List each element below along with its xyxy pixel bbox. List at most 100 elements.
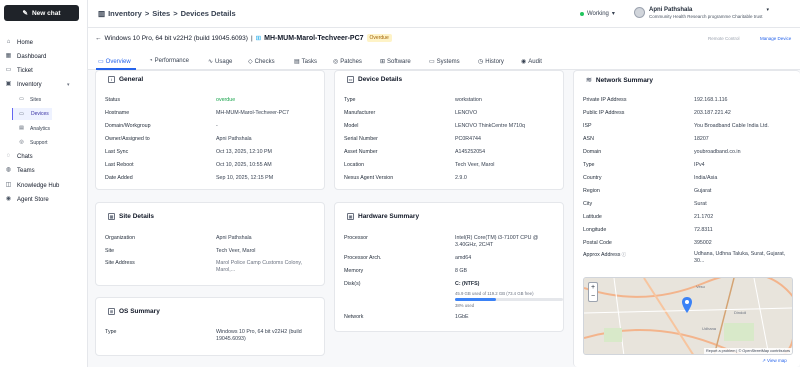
inventory-icon: ▣ [5,81,12,87]
network-field-value: 21.1702 [694,214,714,220]
zoom-controls[interactable]: + − [588,282,598,302]
field-label: ASN [583,136,594,142]
chevron-down-icon: ▾ [67,81,70,88]
hostname-value: MH-MUM-Marol-Techveer-PC7 [216,110,289,116]
status-dropdown[interactable]: Working ▾ [580,10,615,17]
tab-performance[interactable]: ◔ Performance [149,58,189,64]
device-title: ← Windows 10 Pro, 64 bit v22H2 (build 19… [95,34,392,42]
tab-tasks[interactable]: ▤ Tasks [294,58,317,66]
disk-usage-text: 45.9 GB used of 119.2 GB (73.4 GB free) [455,291,534,296]
tab-systems[interactable]: ▭ Systems [429,58,460,66]
type-value: workstation [455,97,482,103]
tab-usage[interactable]: ∿ Usage [208,58,232,66]
new-chat-button[interactable]: ✎ New chat [4,5,79,21]
windows-icon: ⊞ [108,308,115,315]
field-label: Processor [344,235,368,241]
sidebar-item-home[interactable]: ⌂ Home [0,38,88,47]
network-field-value: Surat [694,201,707,207]
sidebar-item-sites[interactable]: ▭ Sites [0,95,88,104]
teams-icon: ◍ [5,167,12,173]
tab-audit[interactable]: ◉ Audit [521,58,542,66]
status-badge: Overdue [366,34,392,42]
view-map-link[interactable]: ↗ View map [762,358,787,364]
field-label: Private IP Address [583,97,627,103]
map-canvas[interactable] [584,278,793,355]
field-label: Serial Number [344,136,378,142]
network-value: 1GbE [455,314,469,320]
external-link-icon: ↗ [762,358,766,363]
field-label: Public IP Address [583,110,625,116]
sidebar-item-analytics[interactable]: ▤ Analytics [0,124,88,133]
status-value: overdue [216,97,236,103]
breadcrumb-sites[interactable]: Sites [152,9,170,18]
location-map[interactable]: + − Vesu Dindoli Udhana Report a problem … [583,277,793,355]
user-menu[interactable]: Apni Pathshala Community Health Research … [634,7,769,19]
tab-history[interactable]: ◷ History [478,58,504,66]
model-value: LENOVO ThinkCentre M710q [455,123,525,129]
serial-value: PC0R4744 [455,136,481,142]
map-label-udhana: Udhana [702,326,717,331]
sidebar-item-ticket[interactable]: ▭ Ticket [0,66,88,75]
sidebar-item-dashboard[interactable]: ▦ Dashboard [0,52,88,61]
tab-overview[interactable]: ▭ Overview [98,58,131,66]
date-added-value: Sep 10, 2025, 12:15 PM [216,175,274,181]
disk-name: C: (NTFS) [455,281,480,287]
windows-icon: ⊞ [255,35,262,42]
field-label: Site [105,248,115,254]
building-icon: ▦ [108,213,115,220]
back-arrow-icon[interactable]: ← [95,35,102,42]
manage-device-button[interactable]: Manage Device [760,36,791,41]
field-label: Owner/Assigned to [105,136,150,142]
breadcrumb-inventory[interactable]: Inventory [108,9,142,18]
sidebar-item-support[interactable]: ◎ Support [0,138,88,147]
field-label: Type [344,97,356,103]
support-icon: ◎ [19,139,24,145]
sidebar-item-inventory[interactable]: ▣ Inventory ▾ [0,80,88,89]
sidebar-item-agent-store[interactable]: ◉ Agent Store [0,195,88,204]
tab-patches[interactable]: ◎ Patches [333,58,362,66]
network-field-value: IPv4 [694,162,705,168]
field-label: Domain/Workgroup [105,123,151,129]
breadcrumb-current: Devices Details [180,9,236,18]
manufacturer-value: LENOVO [455,110,478,116]
sidebar-item-devices[interactable]: ▭ Devices [12,108,52,120]
field-label: City [583,201,593,207]
agent-store-icon: ◉ [5,196,12,202]
sidebar-item-knowledge-hub[interactable]: ◫ Knowledge Hub [0,181,88,190]
field-label: Postal Code [583,240,612,246]
info-icon[interactable]: ⓘ [620,252,627,257]
remote-control-button[interactable]: Remote Control [708,36,740,41]
zoom-in-button[interactable]: + [589,283,597,292]
card-title: ≋ Network Summary [586,76,653,85]
disk-progress-fill [455,298,497,301]
site-value: Tech Veer, Marol [216,248,256,254]
panel-toggle-icon[interactable]: ▥ [98,9,105,18]
disk-percent-text: 38% used [455,303,475,308]
tab-bar: ▭ Overview ◔ Performance ∿ Usage ◇ Checks ▤ T… [88,54,800,70]
wifi-icon: ≋ [586,77,592,84]
field-label: Status [105,97,121,103]
field-label: Longitude [583,227,607,233]
field-label: Last Sync [105,149,129,155]
chats-icon: ◌ [6,153,11,159]
field-label: Site Address [105,260,135,266]
status-dot-icon [580,11,584,16]
field-label: Memory [344,268,364,274]
agent-version-value: 2.9.0 [455,175,467,181]
ticket-icon: ▭ [5,67,12,73]
map-attribution[interactable]: Report a problem | © OpenStreetMap contr… [704,348,792,354]
network-field-value: 18207 [694,136,709,142]
tab-checks[interactable]: ◇ Checks [248,58,275,66]
sidebar-item-teams[interactable]: ◍ Teams [0,166,88,175]
sidebar-item-chats[interactable]: ◌ Chats [0,152,88,161]
network-field-value: youbroadband.co.in [694,149,741,155]
zoom-out-button[interactable]: − [589,292,597,301]
performance-icon: ◔ [149,58,153,64]
tab-software[interactable]: ⊞ Software [380,58,411,66]
network-field-value: 192.168.1.116 [694,97,728,103]
avatar [634,7,645,18]
network-field-value: Udhana, Udhna Taluka, Surat, Gujarat, 30… [694,251,786,264]
field-label: Asset Number [344,149,378,155]
card-title: ▦ Site Details [108,213,155,220]
map-pin-icon[interactable] [682,297,692,313]
